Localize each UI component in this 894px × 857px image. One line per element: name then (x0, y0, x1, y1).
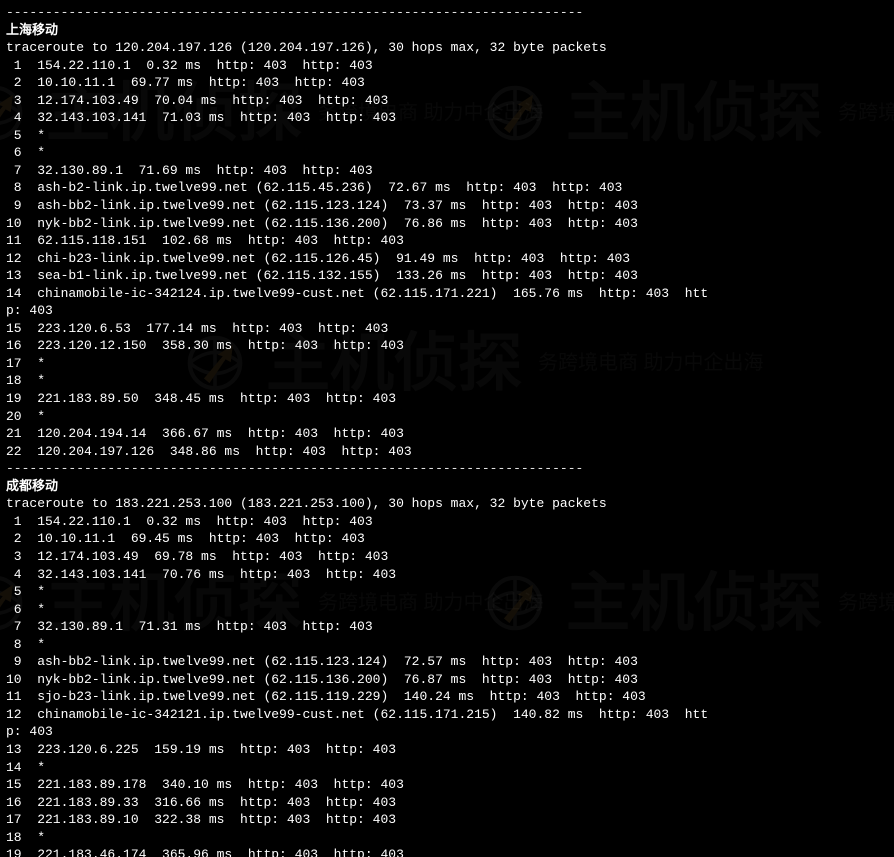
hop-line: 2 10.10.11.1 69.45 ms http: 403 http: 40… (6, 530, 888, 548)
hop-line: 19 221.183.89.50 348.45 ms http: 403 htt… (6, 390, 888, 408)
hop-line: 14 chinamobile-ic-342124.ip.twelve99-cus… (6, 285, 888, 303)
hop-line: 9 ash-bb2-link.ip.twelve99.net (62.115.1… (6, 197, 888, 215)
hop-line: traceroute to 183.221.253.100 (183.221.2… (6, 495, 888, 513)
hop-line: p: 403 (6, 723, 888, 741)
section-title: 上海移动 (6, 22, 888, 40)
hop-line: 16 223.120.12.150 358.30 ms http: 403 ht… (6, 337, 888, 355)
hop-line: 6 * (6, 144, 888, 162)
hop-line: 11 62.115.118.151 102.68 ms http: 403 ht… (6, 232, 888, 250)
hop-line: 12 chinamobile-ic-342121.ip.twelve99-cus… (6, 706, 888, 724)
hop-line: 17 221.183.89.10 322.38 ms http: 403 htt… (6, 811, 888, 829)
hop-line: 3 12.174.103.49 69.78 ms http: 403 http:… (6, 548, 888, 566)
hop-line: 14 * (6, 759, 888, 777)
terminal-output: ----------------------------------------… (0, 0, 894, 857)
hop-line: 5 * (6, 583, 888, 601)
hop-line: 18 * (6, 829, 888, 847)
hop-line: 7 32.130.89.1 71.69 ms http: 403 http: 4… (6, 162, 888, 180)
hop-line: 12 chi-b23-link.ip.twelve99.net (62.115.… (6, 250, 888, 268)
hop-line: 19 221.183.46.174 365.96 ms http: 403 ht… (6, 846, 888, 857)
hop-line: p: 403 (6, 302, 888, 320)
hop-line: 9 ash-bb2-link.ip.twelve99.net (62.115.1… (6, 653, 888, 671)
hop-line: 10 nyk-bb2-link.ip.twelve99.net (62.115.… (6, 215, 888, 233)
hop-line: 3 12.174.103.49 70.04 ms http: 403 http:… (6, 92, 888, 110)
hop-line: 2 10.10.11.1 69.77 ms http: 403 http: 40… (6, 74, 888, 92)
hop-line: 18 * (6, 372, 888, 390)
hop-line: 13 sea-b1-link.ip.twelve99.net (62.115.1… (6, 267, 888, 285)
divider-line: ----------------------------------------… (6, 4, 888, 22)
hop-line: 6 * (6, 601, 888, 619)
hop-line: 15 223.120.6.53 177.14 ms http: 403 http… (6, 320, 888, 338)
hop-line: 15 221.183.89.178 340.10 ms http: 403 ht… (6, 776, 888, 794)
hop-line: 5 * (6, 127, 888, 145)
hop-line: 1 154.22.110.1 0.32 ms http: 403 http: 4… (6, 57, 888, 75)
hop-line: 17 * (6, 355, 888, 373)
hop-line: traceroute to 120.204.197.126 (120.204.1… (6, 39, 888, 57)
hop-line: 7 32.130.89.1 71.31 ms http: 403 http: 4… (6, 618, 888, 636)
hop-line: 10 nyk-bb2-link.ip.twelve99.net (62.115.… (6, 671, 888, 689)
hop-line: 20 * (6, 408, 888, 426)
hop-line: 1 154.22.110.1 0.32 ms http: 403 http: 4… (6, 513, 888, 531)
hop-line: 22 120.204.197.126 348.86 ms http: 403 h… (6, 443, 888, 461)
hop-line: 8 ash-b2-link.ip.twelve99.net (62.115.45… (6, 179, 888, 197)
hop-line: 4 32.143.103.141 70.76 ms http: 403 http… (6, 566, 888, 584)
hop-line: 8 * (6, 636, 888, 654)
hop-line: 11 sjo-b23-link.ip.twelve99.net (62.115.… (6, 688, 888, 706)
hop-line: 13 223.120.6.225 159.19 ms http: 403 htt… (6, 741, 888, 759)
hop-line: 4 32.143.103.141 71.03 ms http: 403 http… (6, 109, 888, 127)
divider-line: ----------------------------------------… (6, 460, 888, 478)
hop-line: 16 221.183.89.33 316.66 ms http: 403 htt… (6, 794, 888, 812)
hop-line: 21 120.204.194.14 366.67 ms http: 403 ht… (6, 425, 888, 443)
section-title: 成都移动 (6, 478, 888, 496)
